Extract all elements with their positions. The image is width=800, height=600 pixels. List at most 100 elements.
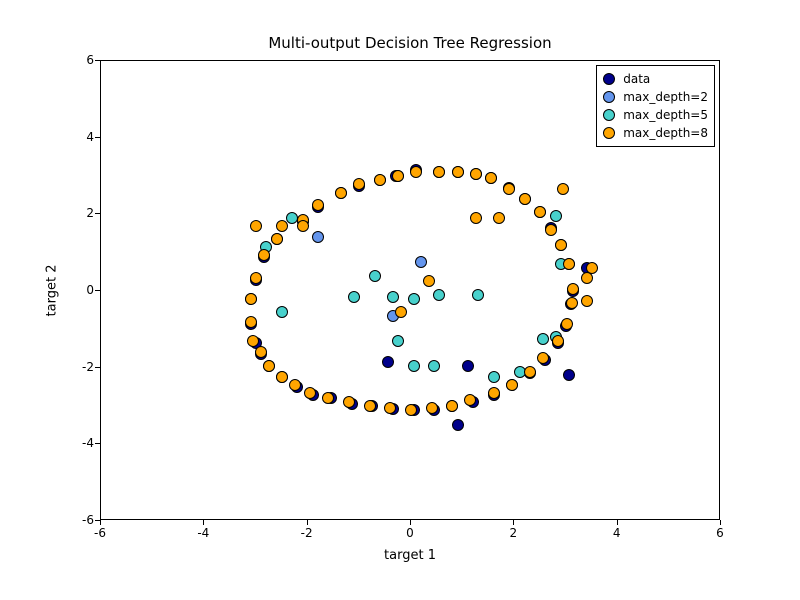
x-tick-label: 4: [613, 526, 621, 540]
legend-label: max_depth=8: [623, 126, 708, 140]
x-tick-label: 2: [510, 526, 518, 540]
tick-mark: [95, 367, 100, 368]
data-point: [271, 233, 283, 245]
legend: data max_depth=2 max_depth=5 max_depth=8: [596, 65, 715, 147]
data-point: [343, 396, 355, 408]
tick-mark: [513, 520, 514, 525]
legend-entry-depth5: max_depth=5: [603, 106, 708, 124]
data-point: [433, 166, 445, 178]
data-point: [488, 371, 500, 383]
data-point: [537, 352, 549, 364]
x-tick-label: -6: [94, 526, 106, 540]
data-point: [485, 172, 497, 184]
data-point: [545, 224, 557, 236]
data-point: [263, 360, 275, 372]
data-point: [566, 297, 578, 309]
data-point: [392, 335, 404, 347]
x-tick-label: -4: [197, 526, 209, 540]
data-point: [488, 387, 500, 399]
data-point: [555, 239, 567, 251]
plot-area: data max_depth=2 max_depth=5 max_depth=8: [100, 60, 720, 520]
data-point: [289, 379, 301, 391]
data-point: [250, 272, 262, 284]
figure: Multi-output Decision Tree Regression da…: [0, 0, 800, 600]
tick-mark: [95, 290, 100, 291]
data-point: [586, 262, 598, 274]
legend-label: data: [623, 72, 650, 86]
data-point: [374, 174, 386, 186]
data-point: [276, 306, 288, 318]
data-point: [384, 402, 396, 414]
x-axis-label: target 1: [100, 548, 720, 563]
data-point: [428, 360, 440, 372]
data-point: [258, 249, 270, 261]
data-point: [247, 335, 259, 347]
tick-mark: [95, 520, 100, 521]
data-point: [304, 387, 316, 399]
tick-mark: [203, 520, 204, 525]
data-point: [433, 289, 445, 301]
data-point: [423, 275, 435, 287]
x-tick-label: 6: [716, 526, 724, 540]
data-point: [297, 220, 309, 232]
data-point: [255, 346, 267, 358]
data-point: [410, 166, 422, 178]
data-point: [561, 318, 573, 330]
data-point: [322, 392, 334, 404]
data-point: [335, 187, 347, 199]
tick-mark: [95, 137, 100, 138]
circle-icon: [603, 91, 615, 103]
data-point: [470, 212, 482, 224]
data-point: [426, 402, 438, 414]
data-point: [464, 394, 476, 406]
x-tick-label: -2: [301, 526, 313, 540]
chart-title: Multi-output Decision Tree Regression: [100, 34, 720, 52]
data-point: [245, 293, 257, 305]
data-point: [364, 400, 376, 412]
data-point: [506, 379, 518, 391]
data-point: [534, 206, 546, 218]
data-point: [250, 220, 262, 232]
data-point: [519, 193, 531, 205]
data-point: [276, 220, 288, 232]
legend-entry-depth2: max_depth=2: [603, 88, 708, 106]
data-point: [446, 400, 458, 412]
tick-mark: [617, 520, 618, 525]
data-point: [348, 291, 360, 303]
data-point: [276, 371, 288, 383]
legend-label: max_depth=2: [623, 90, 708, 104]
circle-icon: [603, 127, 615, 139]
data-point: [537, 333, 549, 345]
tick-mark: [307, 520, 308, 525]
legend-entry-data: data: [603, 70, 708, 88]
data-point: [550, 210, 562, 222]
legend-entry-depth8: max_depth=8: [603, 124, 708, 142]
data-point: [382, 356, 394, 368]
data-point: [452, 166, 464, 178]
data-point: [245, 316, 257, 328]
data-point: [405, 404, 417, 416]
data-point: [567, 283, 579, 295]
data-point: [462, 360, 474, 372]
data-point: [472, 289, 484, 301]
y-axis-label: target 2: [42, 60, 62, 520]
data-point: [552, 335, 564, 347]
data-point: [312, 199, 324, 211]
data-point: [470, 168, 482, 180]
x-tick-label: 0: [406, 526, 414, 540]
data-point: [392, 170, 404, 182]
data-point: [369, 270, 381, 282]
tick-mark: [95, 443, 100, 444]
data-point: [408, 360, 420, 372]
data-point: [557, 183, 569, 195]
data-point: [452, 419, 464, 431]
legend-label: max_depth=5: [623, 108, 708, 122]
tick-mark: [410, 520, 411, 525]
data-point: [503, 183, 515, 195]
tick-mark: [95, 213, 100, 214]
data-point: [563, 258, 575, 270]
data-point: [493, 212, 505, 224]
circle-icon: [603, 109, 615, 121]
data-point: [581, 295, 593, 307]
tick-mark: [95, 60, 100, 61]
